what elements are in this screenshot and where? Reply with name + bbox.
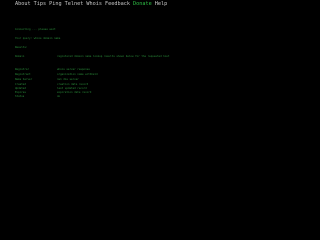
menu-link-telnet[interactable]: Telnet [65, 1, 84, 8]
record-value: organization name withheld [57, 73, 98, 76]
record-value: last updated record [57, 87, 87, 90]
results-heading: Results: [15, 46, 28, 49]
record-key: Expires [15, 91, 26, 94]
record-key: Registrant [15, 73, 31, 76]
menu-link-about[interactable]: About [15, 1, 31, 8]
record-key: Registrar [15, 68, 30, 71]
query-line: Your query: whois domain name [15, 37, 61, 40]
record-key: Domain [15, 55, 25, 58]
record-value: registered domain name lookup results sh… [57, 55, 170, 58]
menu-link-ping[interactable]: Ping [49, 1, 62, 8]
record-key: Name Server [15, 78, 33, 81]
record-value: ns1 dns server [57, 78, 79, 81]
record-value: ok [57, 95, 61, 98]
status-line: Connecting ... please wait [15, 28, 56, 31]
record-value: expiration date record [57, 91, 92, 94]
record-key: Status [15, 95, 25, 98]
menu-link-whois[interactable]: Whois [86, 1, 102, 8]
record-key: Updated [15, 87, 26, 90]
record-value: whois server response [57, 68, 90, 71]
record-value: creation date record [57, 83, 89, 86]
menu-link-help[interactable]: Help [155, 1, 168, 8]
menu-link-tips[interactable]: Tips [34, 1, 47, 8]
record-key: Created [15, 83, 26, 86]
menu-link-feedback[interactable]: Feedback [105, 1, 130, 8]
top-menu: About Tips Ping Telnet Whois Feedback Do… [15, 1, 167, 8]
menu-link-donate[interactable]: Donate [133, 1, 152, 8]
